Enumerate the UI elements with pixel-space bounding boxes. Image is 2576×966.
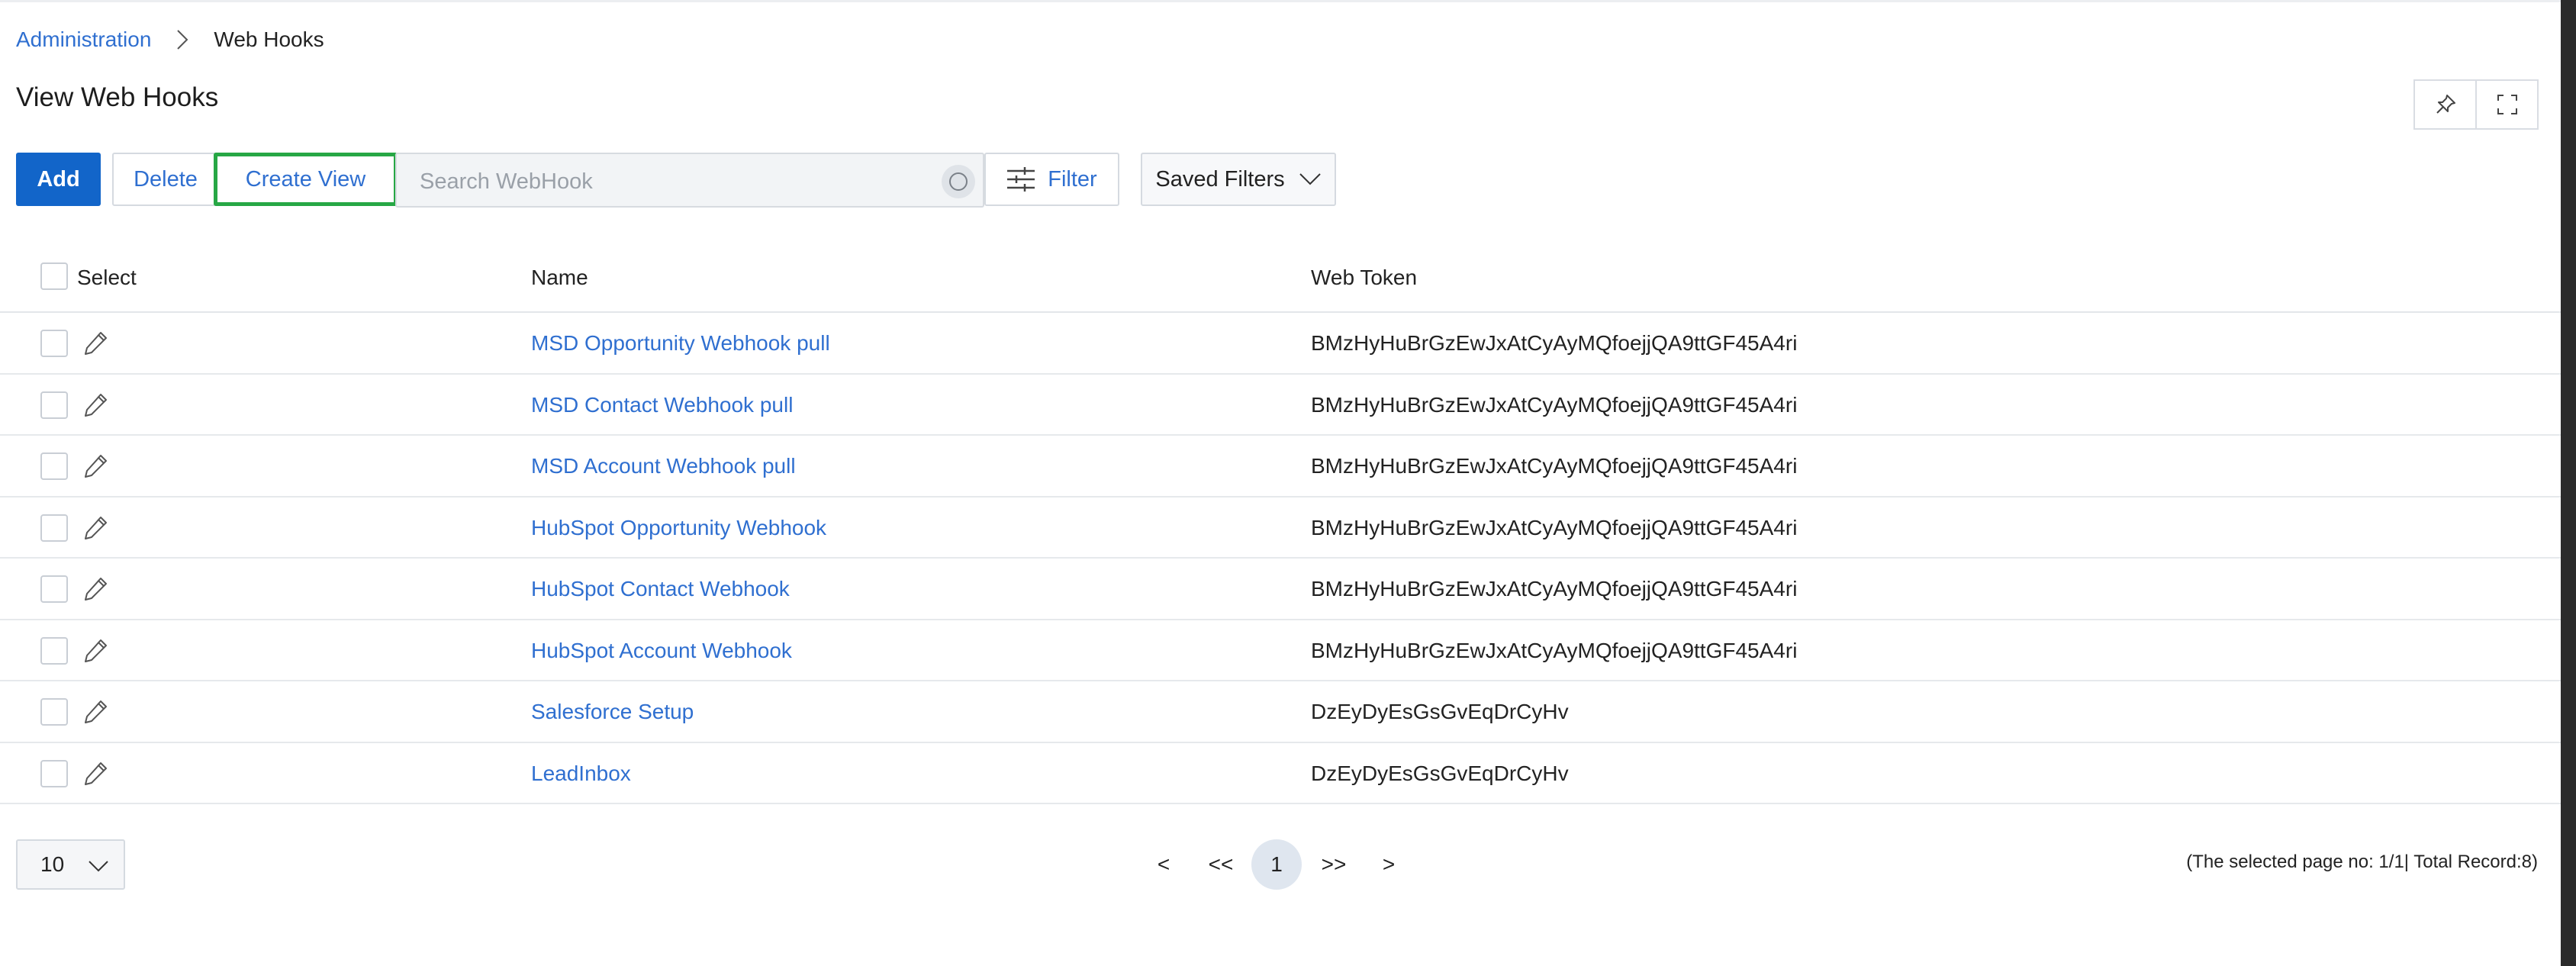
webhook-token: DzEyDyEsGsGvEqDrCyHv — [1311, 700, 1569, 723]
page-info: (The selected page no: 1/1| Total Record… — [2186, 852, 2538, 872]
filter-label: Filter — [1048, 166, 1097, 192]
pin-button[interactable] — [2413, 79, 2477, 130]
chevron-down-icon — [1299, 173, 1321, 185]
search-box — [395, 153, 984, 208]
column-header-token[interactable]: Web Token — [1311, 262, 1417, 293]
webhook-name-link[interactable]: MSD Account Webhook pull — [531, 451, 796, 481]
row-checkbox[interactable] — [40, 452, 68, 480]
fullscreen-icon — [2497, 95, 2517, 114]
webhook-token: DzEyDyEsGsGvEqDrCyHv — [1311, 761, 1569, 785]
webhook-token: BMzHyHuBrGzEwJxAtCyAyMQfoejjQA9ttGF45A4r… — [1311, 331, 1798, 355]
sliders-icon — [1007, 167, 1035, 192]
webhook-token: BMzHyHuBrGzEwJxAtCyAyMQfoejjQA9ttGF45A4r… — [1311, 515, 1798, 539]
table-row: LeadInbox DzEyDyEsGsGvEqDrCyHv — [0, 743, 2561, 804]
pencil-icon[interactable] — [80, 451, 111, 481]
next-page-button[interactable]: > — [1377, 839, 1400, 890]
column-header-select: Select — [77, 266, 137, 289]
pencil-icon[interactable] — [80, 513, 111, 543]
pencil-icon[interactable] — [80, 758, 111, 789]
pencil-icon[interactable] — [80, 390, 111, 420]
webhook-token: BMzHyHuBrGzEwJxAtCyAyMQfoejjQA9ttGF45A4r… — [1311, 577, 1798, 601]
saved-filters-label: Saved Filters — [1155, 166, 1285, 192]
table-footer: 10 < << 1 >> > (The selected page no: 1/… — [0, 839, 2561, 890]
fullscreen-button[interactable] — [2475, 79, 2539, 130]
table-row: HubSpot Contact Webhook BMzHyHuBrGzEwJxAt… — [0, 559, 2561, 620]
webhook-token: BMzHyHuBrGzEwJxAtCyAyMQfoejjQA9ttGF45A4r… — [1311, 638, 1798, 662]
breadcrumb-current: Web Hooks — [214, 27, 324, 51]
chevron-right-icon — [174, 26, 191, 53]
create-view-button[interactable]: Create View — [214, 153, 398, 206]
pencil-icon[interactable] — [80, 328, 111, 359]
webhook-name-link[interactable]: HubSpot Opportunity Webhook — [531, 513, 826, 543]
page-size-select[interactable]: 10 — [16, 839, 125, 890]
last-page-button[interactable]: >> — [1317, 839, 1351, 890]
webhook-name-link[interactable]: HubSpot Contact Webhook — [531, 574, 790, 604]
pencil-icon[interactable] — [80, 574, 111, 604]
row-checkbox[interactable] — [40, 391, 68, 419]
table-row: MSD Account Webhook pull BMzHyHuBrGzEwJxA… — [0, 436, 2561, 497]
prev-page-button[interactable]: < — [1152, 839, 1175, 890]
window-edge — [2561, 0, 2576, 966]
filter-button[interactable]: Filter — [984, 153, 1119, 206]
row-checkbox[interactable] — [40, 636, 68, 665]
view-actions — [2413, 79, 2539, 130]
column-header-name[interactable]: Name — [531, 262, 588, 293]
table-row: MSD Contact Webhook pull BMzHyHuBrGzEwJxA… — [0, 375, 2561, 436]
table-row: HubSpot Account Webhook BMzHyHuBrGzEwJxAt… — [0, 620, 2561, 681]
page-title: View Web Hooks — [16, 82, 219, 112]
page-number-button[interactable]: 1 — [1251, 839, 1302, 890]
add-button[interactable]: Add — [16, 153, 101, 206]
row-checkbox[interactable] — [40, 330, 68, 357]
webhooks-table: Select Name Web Token MSD Opportunity We… — [0, 246, 2561, 804]
table-row: HubSpot Opportunity Webhook BMzHyHuBrGzEw… — [0, 497, 2561, 559]
first-page-button[interactable]: << — [1204, 839, 1238, 890]
breadcrumb: Administration Web Hooks — [16, 26, 324, 53]
breadcrumb-administration-link[interactable]: Administration — [16, 27, 151, 52]
webhook-token: BMzHyHuBrGzEwJxAtCyAyMQfoejjQA9ttGF45A4r… — [1311, 454, 1798, 478]
table-row: Salesforce Setup DzEyDyEsGsGvEqDrCyHv — [0, 681, 2561, 743]
table-row: MSD Opportunity Webhook pull BMzHyHuBrGzE… — [0, 313, 2561, 375]
table-header: Select Name Web Token — [0, 246, 2561, 313]
webhook-token: BMzHyHuBrGzEwJxAtCyAyMQfoejjQA9ttGF45A4r… — [1311, 392, 1798, 417]
webhook-name-link[interactable]: LeadInbox — [531, 758, 631, 789]
row-checkbox[interactable] — [40, 759, 68, 787]
page-size-value: 10 — [40, 852, 65, 876]
search-icon[interactable] — [942, 165, 975, 198]
row-checkbox[interactable] — [40, 575, 68, 603]
delete-button[interactable]: Delete — [112, 153, 219, 206]
search-input[interactable] — [420, 168, 916, 195]
pin-icon — [2436, 95, 2455, 114]
pencil-icon[interactable] — [80, 636, 111, 666]
select-all-checkbox[interactable] — [40, 262, 68, 290]
webhook-name-link[interactable]: MSD Contact Webhook pull — [531, 390, 793, 420]
row-checkbox[interactable] — [40, 514, 68, 542]
webhook-name-link[interactable]: MSD Opportunity Webhook pull — [531, 328, 830, 359]
webhook-name-link[interactable]: Salesforce Setup — [531, 697, 694, 727]
top-divider — [0, 0, 2561, 2]
row-checkbox[interactable] — [40, 698, 68, 726]
chevron-down-icon — [89, 861, 108, 872]
pencil-icon[interactable] — [80, 697, 111, 727]
webhook-name-link[interactable]: HubSpot Account Webhook — [531, 636, 792, 666]
saved-filters-dropdown[interactable]: Saved Filters — [1141, 153, 1336, 206]
